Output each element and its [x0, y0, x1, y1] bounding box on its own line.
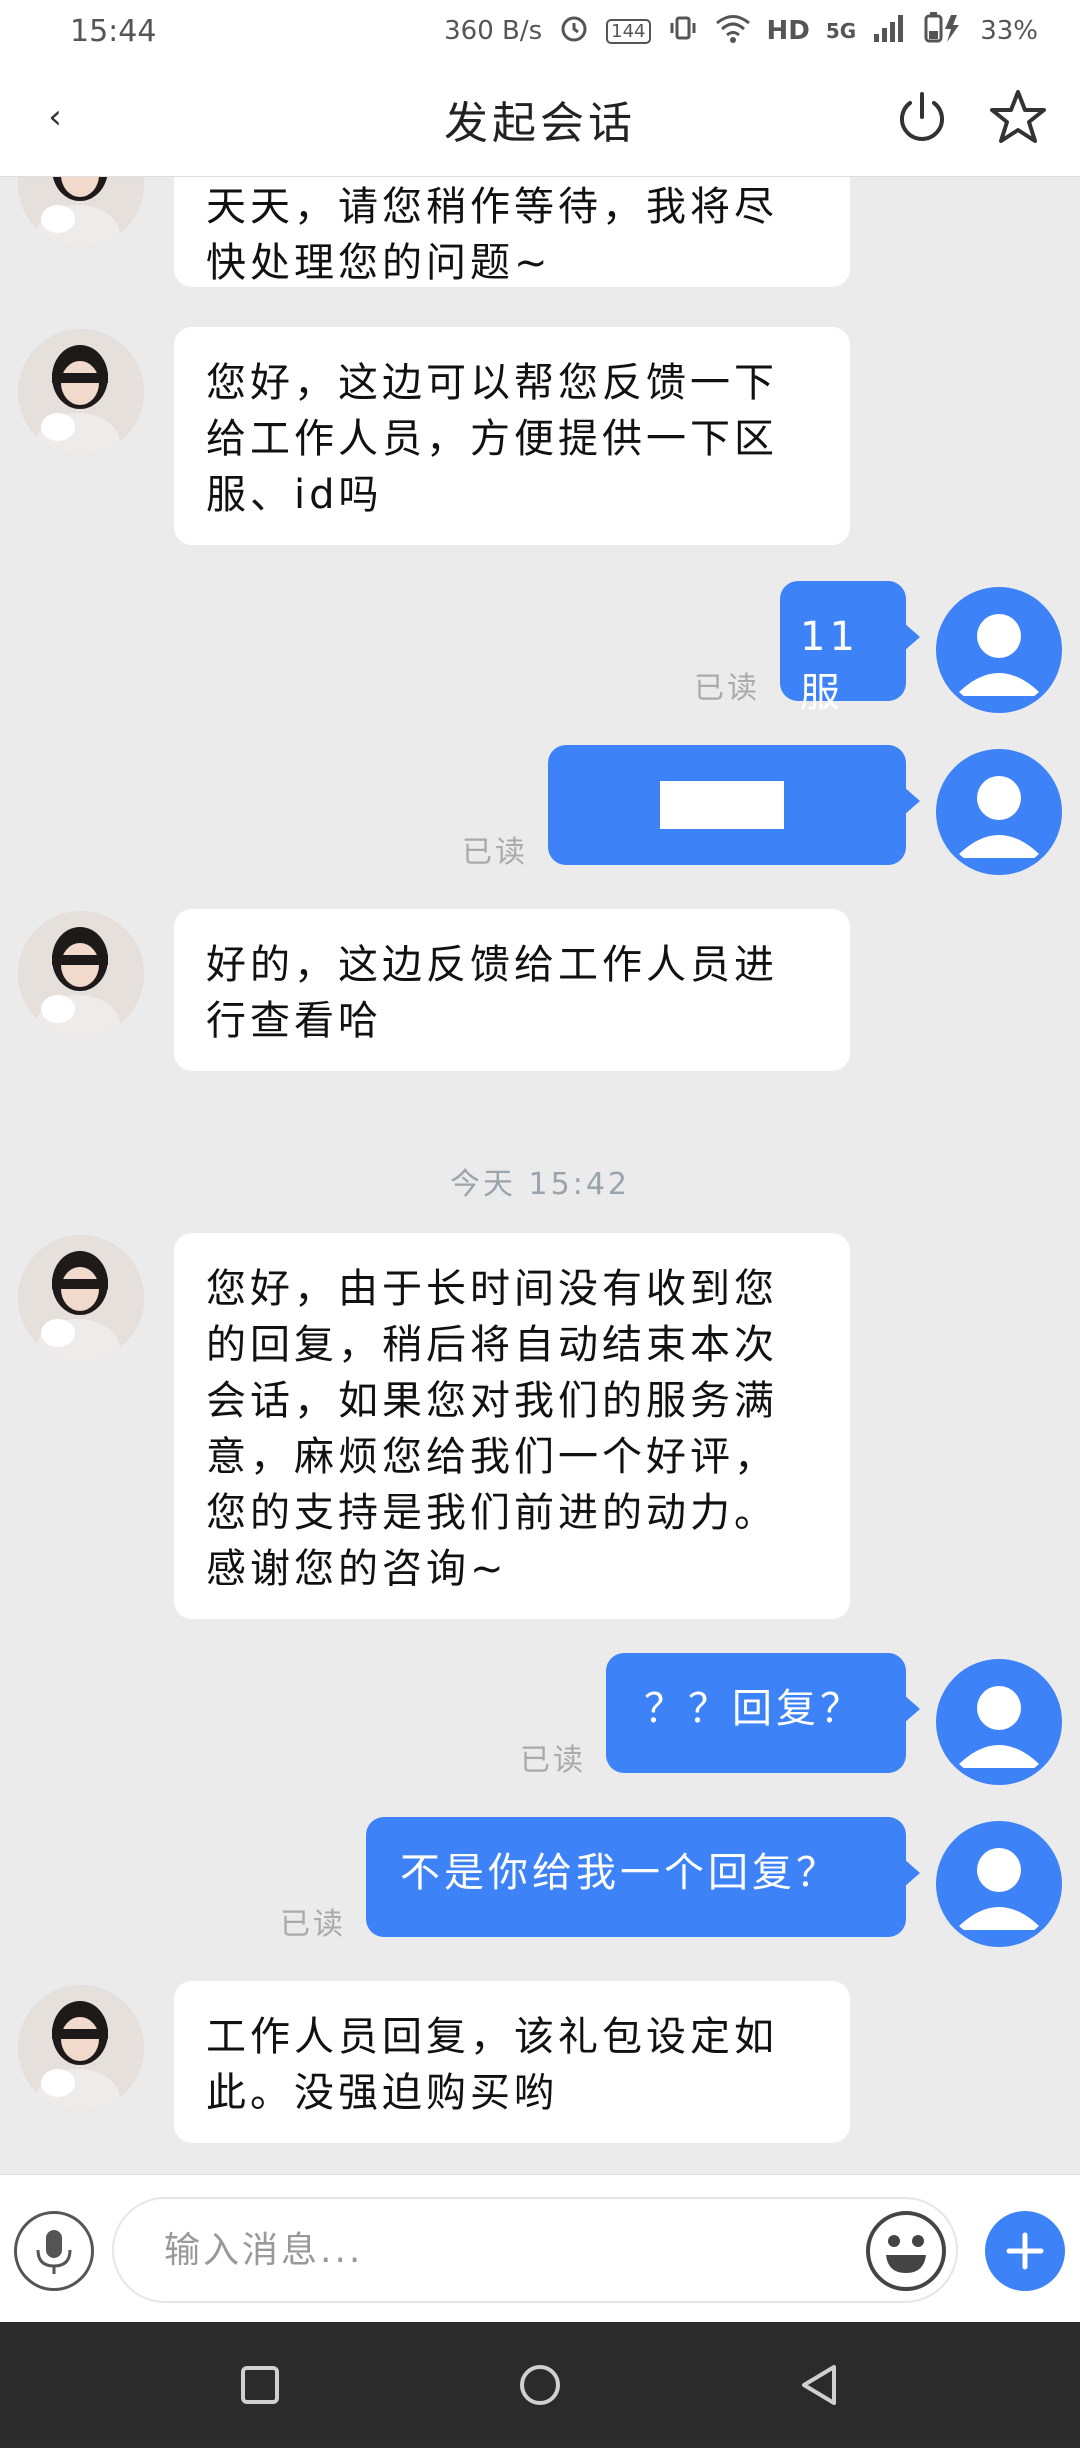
battery-percent: 33% [980, 16, 1038, 46]
message-text: 您好，这边可以帮您反馈一下给工作人员，方便提供一下区服、id吗 [206, 360, 778, 518]
user-message-bubble: 不是你给我一个回复？ [366, 1817, 920, 1937]
chat-header: ‹ 发起会话 [0, 62, 1080, 177]
user-avatar[interactable] [936, 587, 1062, 713]
recents-button[interactable] [225, 2350, 295, 2420]
user-message-bubble: ？？回复？ [606, 1653, 920, 1773]
read-status: 已读 [462, 835, 528, 870]
back-button[interactable]: ‹ [30, 92, 80, 142]
user-avatar[interactable] [936, 1659, 1062, 1785]
message-text: 不是你给我一个回复？ [400, 1850, 840, 1896]
message-text: 您好，由于长时间没有收到您的回复，稍后将自动结束本次会话，如果您对我们的服务满意… [206, 1266, 778, 1592]
page-title: 发起会话 [444, 98, 636, 149]
message-text: 11服 [800, 614, 859, 716]
signal-icon [872, 12, 908, 51]
back-nav-button[interactable] [785, 2350, 855, 2420]
emoji-button[interactable] [866, 2211, 946, 2291]
favorite-button[interactable] [988, 88, 1048, 148]
emoji-icon [886, 2235, 926, 2273]
add-attachment-button[interactable] [985, 2211, 1065, 2291]
refresh-rate: 144 [606, 18, 651, 44]
agent-message-bubble: 您好，由于长时间没有收到您的回复，稍后将自动结束本次会话，如果您对我们的服务满意… [174, 1233, 850, 1619]
triangle-back-icon [802, 2365, 836, 2405]
agent-message-bubble: 天天，请您稍作等待，我将尽快处理您的问题~ [174, 177, 850, 287]
vibrate-icon [667, 12, 699, 51]
microphone-icon [36, 2230, 72, 2274]
net-speed: 360 B/s [444, 16, 543, 46]
timestamp-divider: 今天 15:42 [450, 1167, 630, 1202]
message-text: 工作人员回复，该礼包设定如此。没强迫购买哟 [206, 2014, 778, 2116]
plus-icon [1006, 2232, 1044, 2270]
agent-avatar[interactable] [18, 1235, 144, 1361]
agent-avatar[interactable] [18, 329, 144, 455]
network-type: HD [766, 16, 810, 46]
read-status: 已读 [520, 1743, 586, 1778]
read-status: 已读 [280, 1907, 346, 1942]
agent-avatar[interactable] [18, 1985, 144, 2111]
cell-type: 5G [825, 19, 857, 43]
back-arrow-icon: ‹ [48, 97, 62, 137]
wifi-icon [715, 12, 751, 51]
user-avatar[interactable] [936, 749, 1062, 875]
home-button[interactable] [505, 2350, 575, 2420]
status-icons: 360 B/s 144 HD 5G 33% [444, 10, 1038, 51]
agent-message-bubble: 工作人员回复，该礼包设定如此。没强迫购买哟 [174, 1981, 850, 2143]
agent-message-bubble: 好的，这边反馈给工作人员进行查看哈 [174, 909, 850, 1071]
square-icon [241, 2366, 279, 2404]
user-message-bubble [548, 745, 920, 865]
power-icon [900, 92, 944, 141]
message-input-bar [0, 2174, 1080, 2322]
status-bar: 15:44 360 B/s 144 HD 5G 33% [0, 0, 1080, 62]
message-input-wrapper [112, 2197, 958, 2303]
message-text: 好的，这边反馈给工作人员进行查看哈 [206, 942, 778, 1044]
circle-icon [520, 2365, 560, 2405]
status-time: 15:44 [70, 13, 157, 49]
redaction-block [660, 781, 784, 829]
user-message-bubble: 11服 [780, 581, 920, 716]
system-nav-bar [0, 2322, 1080, 2448]
message-text: 天天，请您稍作等待，我将尽快处理您的问题~ [206, 184, 778, 286]
header-actions [892, 88, 1048, 148]
user-avatar[interactable] [936, 1821, 1062, 1947]
alarm-icon [558, 12, 590, 51]
star-icon [990, 90, 1046, 143]
read-status: 已读 [694, 671, 760, 706]
battery-icon [924, 10, 964, 51]
voice-input-button[interactable] [14, 2211, 94, 2291]
agent-avatar[interactable] [18, 911, 144, 1037]
chat-area[interactable]: 天天，请您稍作等待，我将尽快处理您的问题~ 您好，这边可以帮您反馈一下给工作人员… [0, 177, 1080, 2174]
message-input[interactable] [114, 2199, 956, 2301]
agent-message-bubble: 您好，这边可以帮您反馈一下给工作人员，方便提供一下区服、id吗 [174, 327, 850, 545]
agent-avatar[interactable] [18, 177, 144, 247]
power-button[interactable] [892, 88, 952, 148]
message-text: ？？回复？ [644, 1686, 864, 1732]
